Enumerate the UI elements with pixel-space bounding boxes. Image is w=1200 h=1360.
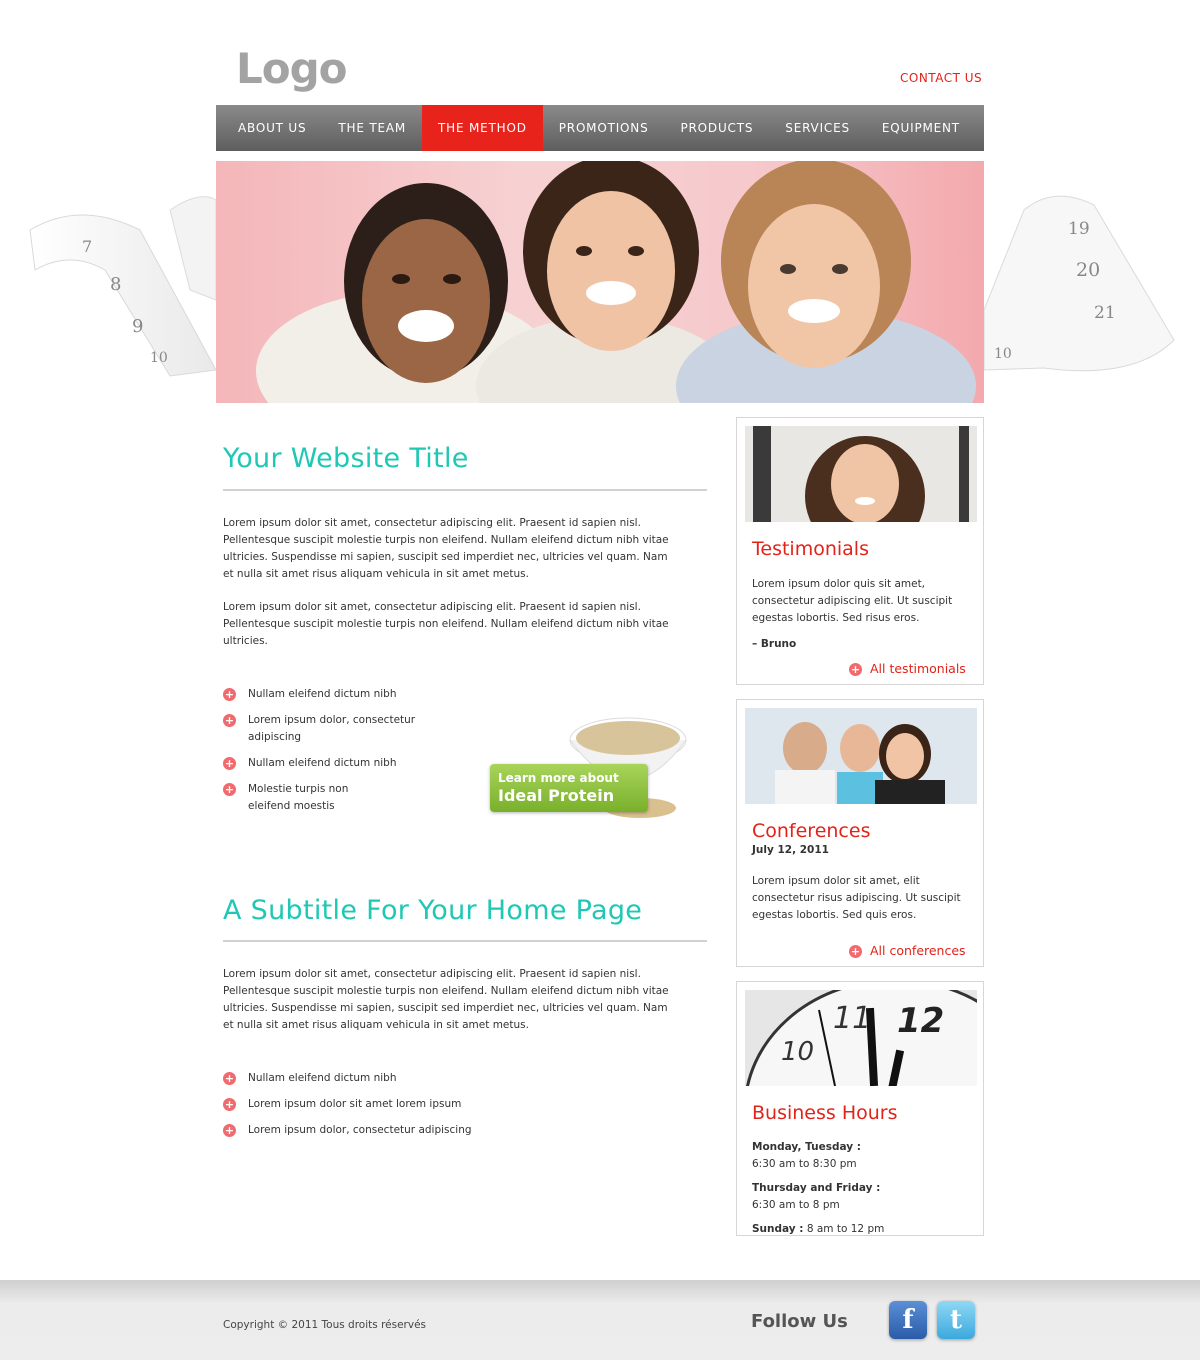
measuring-tape-left-image: 7 8 9 10 bbox=[29, 196, 217, 377]
plus-circle-icon: + bbox=[223, 714, 236, 727]
conference-text: Lorem ipsum dolor sit amet, elit consect… bbox=[752, 875, 961, 921]
conference-date: July 12, 2011 bbox=[752, 844, 829, 856]
svg-text:8: 8 bbox=[110, 274, 121, 295]
body-paragraph: Lorem ipsum dolor sit amet, consectetur … bbox=[223, 968, 669, 1031]
promo-line-2: Ideal Protein bbox=[498, 786, 615, 805]
footer: Copyright © 2011 Tous droits réservés Fo… bbox=[0, 1280, 1200, 1360]
list-item: + Lorem ipsum dolor, consectetur adipisci… bbox=[223, 1124, 472, 1137]
nav-item-promotions[interactable]: PROMOTIONS bbox=[543, 105, 665, 151]
svg-text:10: 10 bbox=[994, 346, 1012, 362]
list-item: + Nullam eleifend dictum nibh bbox=[223, 1072, 397, 1085]
copyright-text: Copyright © 2011 Tous droits réservés bbox=[223, 1319, 427, 1331]
conferences-card: Conferences July 12, 2011 Lorem ipsum do… bbox=[736, 699, 984, 967]
conferences-title: Conferences bbox=[752, 820, 871, 842]
hours-value: 6:30 am to 8:30 pm bbox=[752, 1158, 857, 1170]
all-testimonials-link[interactable]: + All testimonials bbox=[849, 661, 966, 676]
plus-circle-icon: + bbox=[223, 1124, 236, 1137]
all-conferences-link[interactable]: + All conferences bbox=[849, 943, 966, 958]
svg-text:10: 10 bbox=[781, 1037, 814, 1067]
business-hours-card: 10 11 12 Business Hours Monday, Tuesday … bbox=[736, 981, 984, 1236]
measuring-tape-right-image: 19 20 21 10 bbox=[984, 195, 1175, 372]
plus-circle-icon: + bbox=[223, 688, 236, 701]
intro-paragraph-1: Lorem ipsum dolor sit amet, consectetur … bbox=[223, 517, 669, 580]
conference-photo bbox=[745, 708, 977, 804]
feature-list: + Nullam eleifend dictum nibh + Lorem ipsu… bbox=[223, 686, 423, 815]
plus-circle-icon: + bbox=[223, 757, 236, 770]
testimonial-author: – Bruno bbox=[752, 638, 797, 650]
plus-circle-icon: + bbox=[849, 663, 862, 676]
hours-value: 8 am to 12 pm bbox=[806, 1223, 885, 1235]
follow-us-label: Follow Us bbox=[751, 1311, 848, 1332]
testimonials-card: Testimonials Lorem ipsum dolor quis sit … bbox=[736, 417, 984, 685]
nav-item-equipment[interactable]: EQUIPMENT bbox=[866, 105, 976, 151]
list-item: + Lorem ipsum dolor, consectetur adipisci… bbox=[223, 714, 416, 743]
ideal-protein-promo[interactable]: Learn more about Ideal Protein bbox=[480, 700, 716, 830]
contact-us-link[interactable]: CONTACT US bbox=[900, 71, 982, 85]
svg-text:21: 21 bbox=[1094, 303, 1116, 323]
plus-circle-icon: + bbox=[223, 1072, 236, 1085]
nav-item-the-method[interactable]: THE METHOD bbox=[422, 105, 543, 151]
list-item: + Lorem ipsum dolor sit amet lorem ipsum bbox=[223, 1098, 462, 1111]
svg-text:11: 11 bbox=[833, 1001, 871, 1036]
svg-text:10: 10 bbox=[150, 350, 168, 366]
hours-value: 6:30 am to 8 pm bbox=[752, 1199, 840, 1211]
main-nav: ABOUT US THE TEAM THE METHOD PROMOTIONS … bbox=[216, 105, 984, 151]
page-subtitle: A Subtitle For Your Home Page bbox=[223, 895, 643, 926]
title-divider bbox=[223, 489, 707, 491]
learn-more-button[interactable]: Learn more about Ideal Protein bbox=[490, 764, 648, 812]
testimonials-title: Testimonials bbox=[752, 538, 869, 560]
plus-circle-icon: + bbox=[223, 783, 236, 796]
testimonial-text: Lorem ipsum dolor quis sit amet, consect… bbox=[752, 578, 953, 624]
intro-paragraph-2: Lorem ipsum dolor sit amet, consectetur … bbox=[223, 601, 669, 647]
subtitle-divider bbox=[223, 940, 707, 942]
svg-text:7: 7 bbox=[82, 237, 92, 256]
hero-banner-image bbox=[216, 161, 984, 403]
clock-image: 10 11 12 bbox=[745, 990, 977, 1086]
promo-line-1: Learn more about bbox=[498, 771, 619, 785]
svg-text:20: 20 bbox=[1076, 259, 1100, 281]
business-hours-title: Business Hours bbox=[752, 1102, 898, 1124]
hours-row-1: Monday, Tuesday : 6:30 am to 8:30 pm bbox=[752, 1139, 970, 1173]
twitter-icon[interactable]: t bbox=[937, 1301, 975, 1339]
logo[interactable]: Logo bbox=[236, 44, 348, 93]
list-item: + Nullam eleifend dictum nibh bbox=[223, 757, 397, 770]
nav-item-the-team[interactable]: THE TEAM bbox=[322, 105, 422, 151]
hours-label: Thursday and Friday : bbox=[752, 1182, 881, 1194]
list-item: + Molestie turpis non eleifend moestis bbox=[223, 783, 349, 812]
hours-row-3: Sunday : 8 am to 12 pm bbox=[752, 1221, 970, 1238]
nav-item-about-us[interactable]: ABOUT US bbox=[216, 105, 322, 151]
svg-text:19: 19 bbox=[1068, 219, 1090, 239]
hours-row-2: Thursday and Friday : 6:30 am to 8 pm bbox=[752, 1180, 970, 1214]
nav-item-products[interactable]: PRODUCTS bbox=[665, 105, 770, 151]
nav-item-services[interactable]: SERVICES bbox=[769, 105, 866, 151]
feature-list-2: + Nullam eleifend dictum nibh + Lorem ipsu… bbox=[223, 1070, 472, 1139]
testimonial-photo bbox=[745, 426, 977, 522]
plus-circle-icon: + bbox=[849, 945, 862, 958]
page-title: Your Website Title bbox=[223, 443, 469, 474]
plus-circle-icon: + bbox=[223, 1098, 236, 1111]
svg-text:9: 9 bbox=[132, 316, 143, 337]
svg-text:12: 12 bbox=[897, 1001, 944, 1041]
facebook-icon[interactable]: f bbox=[889, 1301, 927, 1339]
hours-label: Sunday : bbox=[752, 1223, 804, 1235]
hours-label: Monday, Tuesday : bbox=[752, 1141, 861, 1153]
list-item: + Nullam eleifend dictum nibh bbox=[223, 688, 397, 701]
